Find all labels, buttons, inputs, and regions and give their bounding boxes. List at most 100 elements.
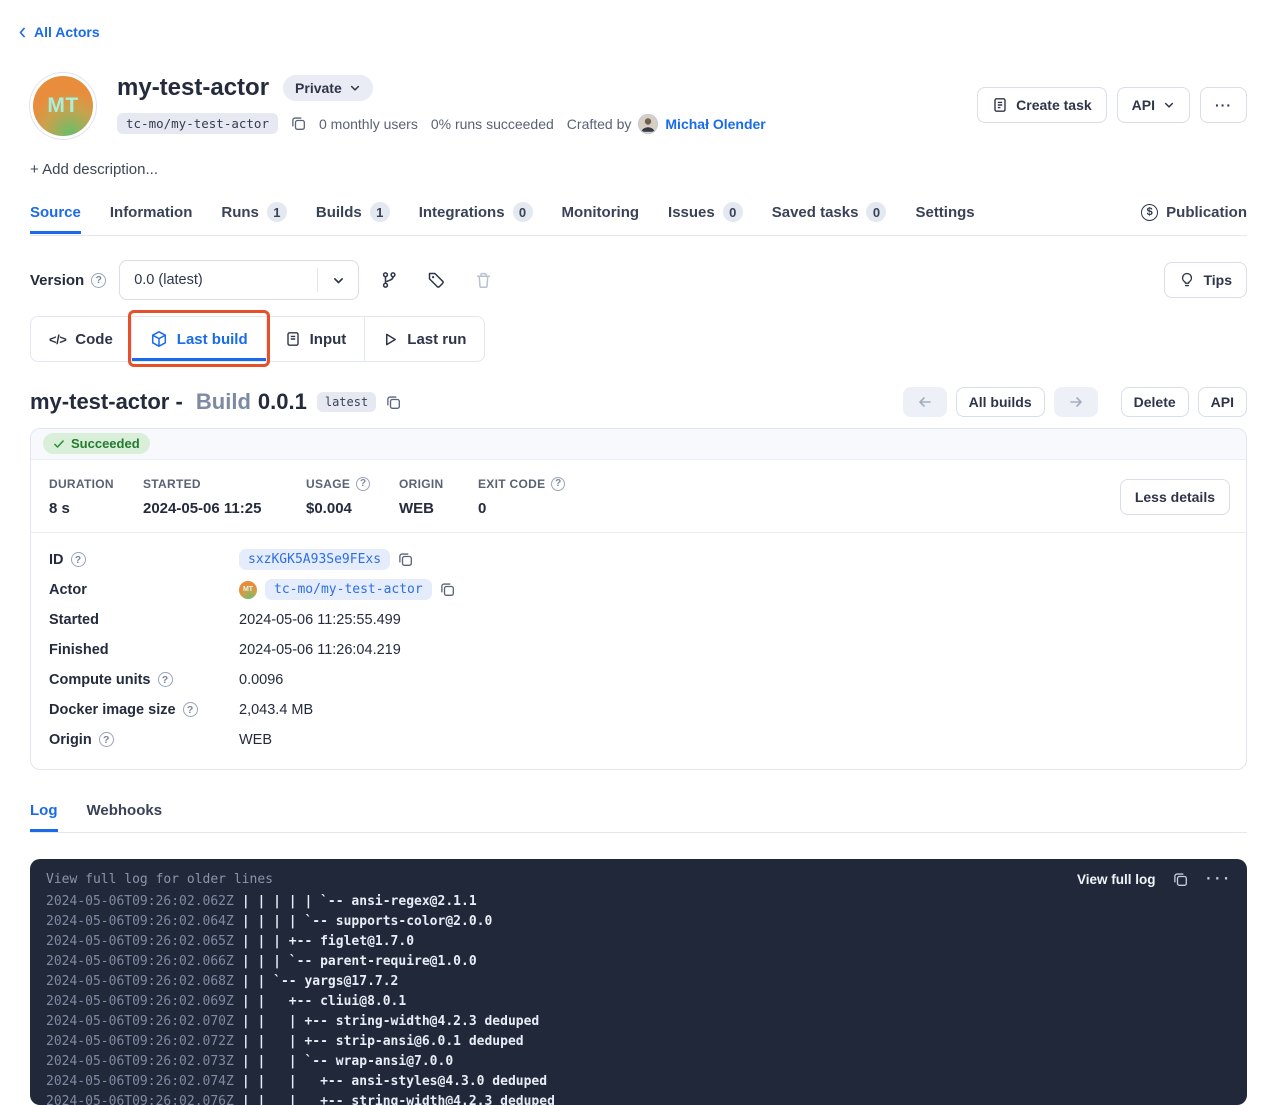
build-title: my-test-actor - Build0.0.1 — [30, 389, 307, 415]
breadcrumb[interactable]: All Actors — [16, 24, 100, 40]
log-tabbar: Log Webhooks — [30, 791, 1247, 833]
all-builds-button[interactable]: All builds — [956, 387, 1045, 417]
build-api-button[interactable]: API — [1198, 387, 1247, 417]
document-icon — [992, 97, 1008, 113]
chevron-left-icon — [16, 26, 29, 39]
copy-icon[interactable] — [1173, 872, 1188, 887]
version-selected-value: 0.0 (latest) — [134, 272, 203, 288]
log-line: 2024-05-06T09:26:02.064Z| | | | `-- supp… — [46, 912, 1231, 932]
saved-tasks-count-badge: 0 — [866, 202, 886, 222]
runs-succeeded-stat: 0% runs succeeded — [431, 116, 554, 132]
git-branch-icon[interactable] — [372, 263, 406, 297]
tab-monitoring[interactable]: Monitoring — [562, 193, 639, 234]
subtab-last-build[interactable]: Last build — [132, 317, 267, 361]
actor-avatar-small: MT — [239, 581, 257, 599]
log-more-actions-icon[interactable] — [1205, 872, 1231, 887]
log-line: 2024-05-06T09:26:02.068Z| | `-- yargs@17… — [46, 972, 1231, 992]
tag-icon[interactable] — [419, 263, 453, 297]
play-icon — [383, 332, 398, 347]
tab-settings[interactable]: Settings — [915, 193, 974, 234]
exit-code-label: EXIT CODE — [478, 477, 565, 491]
actor-link-pill[interactable]: tc-mo/my-test-actor — [265, 579, 432, 600]
help-icon[interactable] — [91, 273, 106, 288]
version-select[interactable]: 0.0 (latest) — [119, 260, 359, 300]
duration-value: 8 s — [49, 500, 143, 517]
origin-value: WEB — [239, 732, 272, 748]
help-icon[interactable] — [183, 702, 198, 717]
tab-issues[interactable]: Issues0 — [668, 191, 743, 235]
tab-information[interactable]: Information — [110, 193, 193, 234]
author-link[interactable]: Michał Olender — [665, 116, 765, 132]
tab-saved-tasks[interactable]: Saved tasks0 — [772, 191, 887, 235]
exit-code-value: 0 — [478, 500, 565, 517]
copy-icon[interactable] — [386, 395, 401, 410]
crafted-by-label: Crafted by — [567, 116, 632, 132]
copy-icon[interactable] — [291, 116, 306, 131]
help-icon[interactable] — [356, 477, 370, 491]
detail-row-docker-image-size: Docker image size 2,043.4 MB — [49, 695, 1228, 725]
integrations-count-badge: 0 — [513, 202, 533, 222]
source-subtabs: </> Code Last build Input Last run — [30, 316, 485, 362]
build-id-pill: sxzKGK5A93Se9FExs — [239, 549, 390, 570]
api-dropdown-button[interactable]: API — [1117, 87, 1190, 123]
tips-button[interactable]: Tips — [1164, 262, 1247, 298]
started-label: STARTED — [143, 477, 306, 491]
build-detail-rows: ID sxzKGK5A93Se9FExs Actor MT tc-mo/my-t… — [31, 533, 1246, 769]
create-task-button[interactable]: Create task — [977, 87, 1107, 123]
log-line: 2024-05-06T09:26:02.069Z| | +-- cliui@8.… — [46, 992, 1231, 1012]
tab-source[interactable]: Source — [30, 193, 81, 234]
tab-webhooks[interactable]: Webhooks — [87, 791, 163, 832]
chevron-down-icon — [349, 82, 361, 94]
chevron-down-icon — [1163, 99, 1175, 111]
subtab-input[interactable]: Input — [267, 317, 366, 361]
tab-builds[interactable]: Builds1 — [316, 191, 390, 235]
subtab-last-run[interactable]: Last run — [365, 317, 484, 361]
help-icon[interactable] — [99, 732, 114, 747]
copy-icon[interactable] — [440, 582, 455, 597]
build-log-terminal: View full log for older lines View full … — [30, 859, 1247, 1105]
latest-badge: latest — [317, 392, 376, 412]
view-full-log-older-link[interactable]: View full log for older lines — [46, 872, 273, 887]
tab-log[interactable]: Log — [30, 791, 58, 832]
tab-integrations[interactable]: Integrations0 — [419, 191, 533, 235]
usage-label: USAGE — [306, 477, 399, 491]
breadcrumb-label: All Actors — [34, 24, 100, 40]
status-badge: Succeeded — [43, 433, 150, 454]
duration-label: DURATION — [49, 477, 143, 491]
less-details-button[interactable]: Less details — [1120, 479, 1230, 515]
finished-timestamp: 2024-05-06 11:26:04.219 — [239, 642, 401, 658]
log-line: 2024-05-06T09:26:02.072Z| | | +-- strip-… — [46, 1032, 1231, 1052]
log-line: 2024-05-06T09:26:02.074Z| | | +-- ansi-s… — [46, 1072, 1231, 1092]
detail-row-finished: Finished 2024-05-06 11:26:04.219 — [49, 635, 1228, 665]
help-icon[interactable] — [71, 552, 86, 567]
origin-value: WEB — [399, 500, 478, 517]
help-icon[interactable] — [551, 477, 565, 491]
actor-id-pill: tc-mo/my-test-actor — [117, 113, 278, 134]
build-header: my-test-actor - Build0.0.1 latest All bu… — [30, 387, 1247, 417]
tab-publication[interactable]: Publication — [1141, 193, 1247, 234]
help-icon[interactable] — [158, 672, 173, 687]
main-tabbar: Source Information Runs1 Builds1 Integra… — [30, 191, 1247, 236]
copy-icon[interactable] — [398, 552, 413, 567]
runs-count-badge: 1 — [267, 202, 287, 222]
delete-build-button[interactable]: Delete — [1121, 387, 1189, 417]
tab-runs[interactable]: Runs1 — [221, 191, 287, 235]
next-build-button[interactable] — [1054, 387, 1098, 417]
view-full-log-button[interactable]: View full log — [1077, 872, 1156, 887]
subtab-code[interactable]: </> Code — [31, 317, 132, 361]
log-line: 2024-05-06T09:26:02.065Z| | | +-- figlet… — [46, 932, 1231, 952]
actor-avatar: MT — [33, 76, 93, 136]
dollar-circle-icon — [1141, 204, 1158, 221]
check-icon — [53, 438, 65, 450]
log-line: 2024-05-06T09:26:02.070Z| | | +-- string… — [46, 1012, 1231, 1032]
builds-count-badge: 1 — [370, 202, 390, 222]
add-description-link[interactable]: + Add description... — [30, 161, 158, 178]
more-actions-button[interactable] — [1200, 87, 1247, 123]
visibility-dropdown[interactable]: Private — [283, 75, 373, 101]
log-line: 2024-05-06T09:26:02.062Z| | | | | `-- an… — [46, 892, 1231, 912]
prev-build-button[interactable] — [903, 387, 947, 417]
trash-icon[interactable] — [466, 263, 500, 297]
detail-row-started: Started 2024-05-06 11:25:55.499 — [49, 605, 1228, 635]
log-line: 2024-05-06T09:26:02.066Z| | | `-- parent… — [46, 952, 1231, 972]
lightbulb-icon — [1179, 272, 1195, 288]
